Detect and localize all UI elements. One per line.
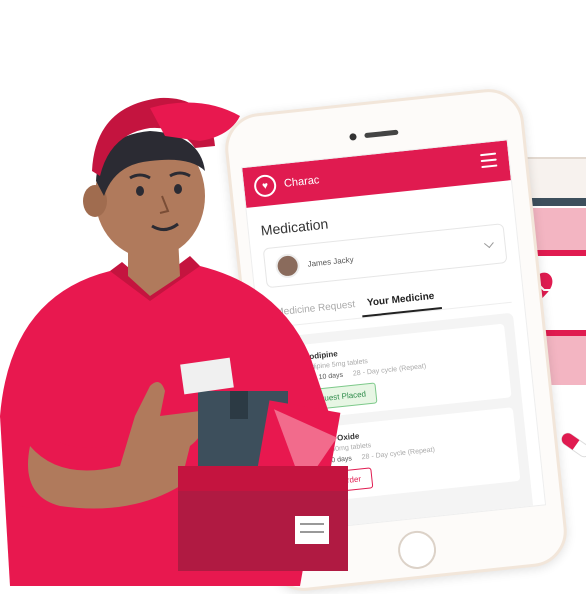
chevron-down-icon (483, 238, 494, 249)
pill-capsule-illustration (561, 432, 586, 458)
delivery-person-illustration (0, 97, 348, 586)
illustration-scene: ♥ Charac Medication James Jacky Medicine… (0, 0, 586, 594)
hamburger-menu-icon[interactable] (480, 152, 498, 169)
